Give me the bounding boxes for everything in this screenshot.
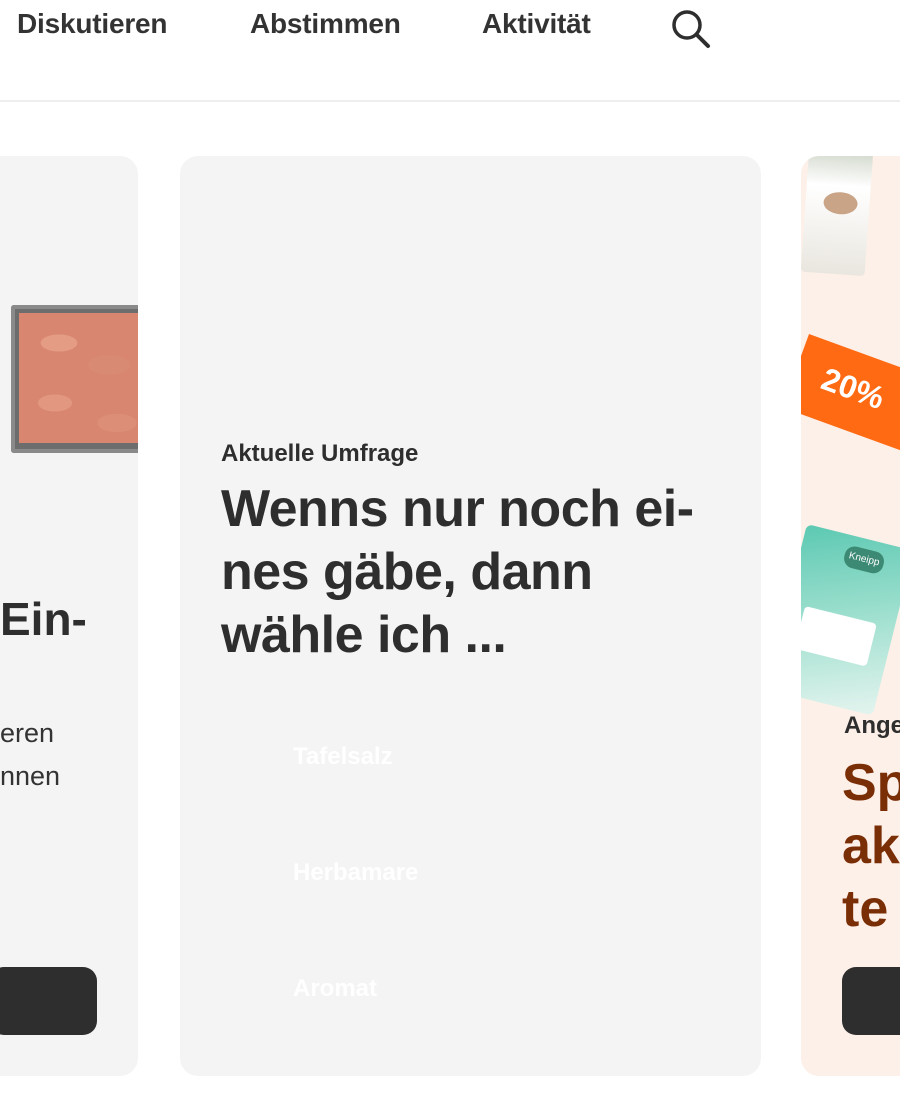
offer-title-line: te — [842, 880, 889, 938]
bath-salt-pack-image: Kneipp — [801, 524, 900, 716]
poll-option[interactable]: Herbamare — [293, 859, 418, 887]
card-title: Ein- — [0, 593, 87, 645]
top-navigation: Diskutieren Abstimmen Aktivität — [0, 0, 900, 102]
poll-card: Aktuelle Umfrage Wenns nur noch ei-nes g… — [180, 156, 761, 1076]
poll-eyebrow: Aktuelle Umfrage — [221, 440, 419, 467]
meat-tray-image — [11, 305, 138, 453]
pack-label — [801, 605, 877, 667]
offer-button[interactable] — [842, 967, 900, 1035]
pack-brand-logo: Kneipp — [841, 544, 887, 576]
search-icon[interactable] — [668, 6, 714, 52]
discount-badge-text: 20% — [816, 360, 890, 417]
nav-item-vote[interactable]: Abstimmen — [250, 8, 401, 40]
page: Diskutieren Abstimmen Aktivität Ein- ere… — [0, 0, 900, 1103]
offer-title-line: ak — [842, 817, 900, 875]
product-pack-image — [801, 156, 874, 277]
poll-question: Wenns nur noch ei-nes gäbe, dann wähle i… — [221, 480, 694, 664]
teaser-card-left[interactable]: Ein- eren nnen — [0, 156, 138, 1076]
meat-slices — [19, 313, 138, 443]
nav-item-discuss[interactable]: Diskutieren — [17, 8, 167, 40]
product-pack-detail — [822, 191, 859, 216]
poll-option[interactable]: Aromat — [293, 975, 377, 1003]
card-text-line: nnen — [0, 761, 61, 791]
poll-option[interactable]: Tafelsalz — [293, 743, 393, 771]
card-button[interactable] — [0, 967, 97, 1035]
nav-item-activity[interactable]: Aktivität — [482, 8, 591, 40]
offer-title: Sp ak te — [842, 752, 900, 941]
card-text-line: eren — [0, 718, 55, 748]
offer-eyebrow: Ange — [844, 712, 900, 739]
offer-card[interactable]: 20% Kneipp Ange Sp ak te — [801, 156, 900, 1076]
offer-title-line: Sp — [842, 754, 900, 812]
discount-badge: 20% — [801, 334, 900, 456]
